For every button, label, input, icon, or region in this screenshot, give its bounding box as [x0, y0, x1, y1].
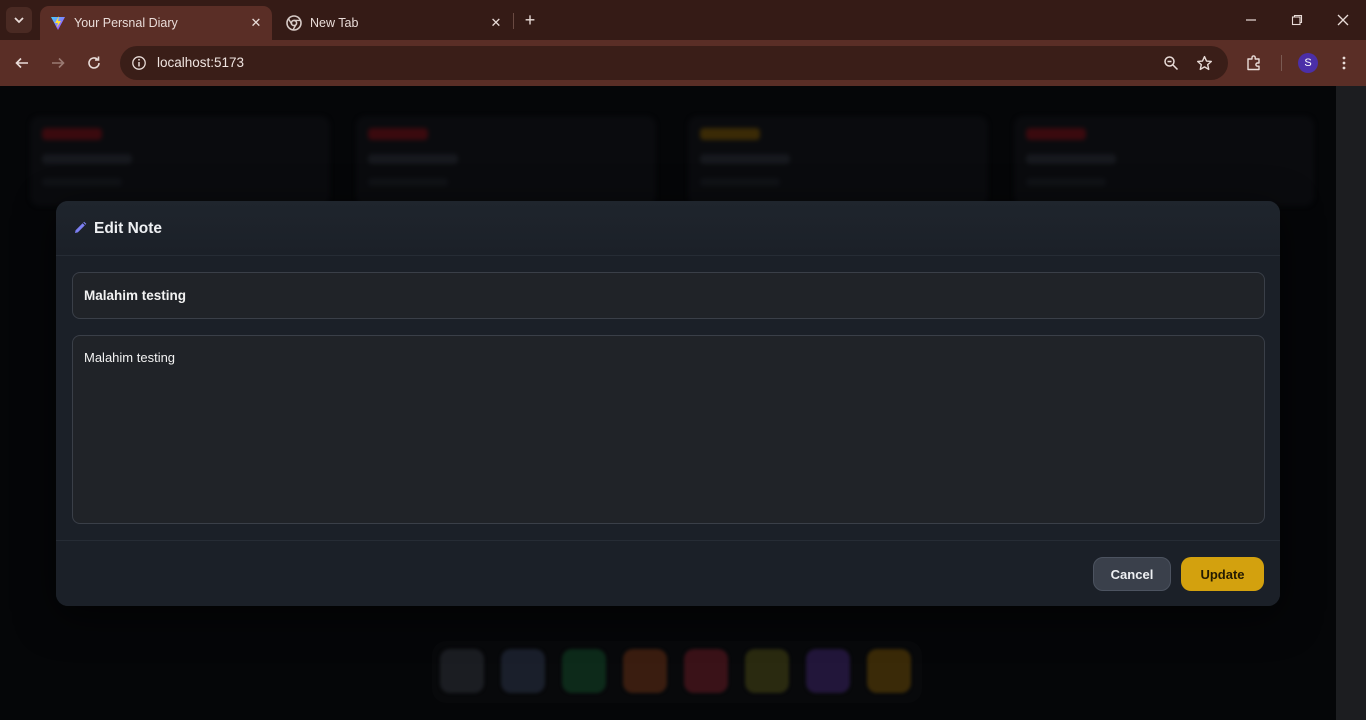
- tab-new-tab[interactable]: New Tab ✕: [276, 6, 512, 40]
- extensions-button[interactable]: [1240, 49, 1268, 77]
- chrome-icon: [286, 15, 302, 31]
- close-icon: [1337, 14, 1349, 26]
- new-tab-button[interactable]: +: [520, 10, 540, 30]
- tab-your-diary[interactable]: Your Persnal Diary ✕: [40, 6, 272, 40]
- profile-avatar[interactable]: S: [1298, 53, 1318, 73]
- restore-icon: [1291, 14, 1303, 26]
- page-scrollbar[interactable]: [1336, 86, 1366, 720]
- reload-icon: [88, 56, 100, 69]
- note-body-textarea[interactable]: Malahim testing: [72, 335, 1265, 524]
- zoom-icon[interactable]: [1161, 53, 1181, 73]
- minimize-icon: [1246, 19, 1256, 21]
- modal-footer: Cancel Update: [56, 540, 1280, 606]
- toolbar-divider: [1281, 55, 1282, 71]
- chevron-down-icon: [14, 17, 24, 24]
- dock-color-swatch: [745, 649, 789, 693]
- tab-strip: Your Persnal Diary ✕ New Tab ✕ +: [0, 0, 1366, 40]
- tab-title: Your Persnal Diary: [74, 16, 178, 30]
- note-title-input[interactable]: [72, 272, 1265, 319]
- browser-toolbar: localhost:5173 S: [0, 40, 1366, 86]
- dock-color-swatch: [623, 649, 667, 693]
- close-tab-icon[interactable]: ✕: [246, 13, 266, 33]
- update-button[interactable]: Update: [1181, 557, 1264, 591]
- dock-color-swatch: [806, 649, 850, 693]
- dock-color-swatch: [684, 649, 728, 693]
- background-note-card: [1014, 116, 1314, 206]
- card-tag: [700, 128, 760, 140]
- browser-menu-button[interactable]: [1330, 49, 1358, 77]
- dock-color-swatch: [501, 649, 545, 693]
- reload-button[interactable]: [80, 49, 108, 77]
- card-tag: [1026, 128, 1086, 140]
- puzzle-icon: [1247, 55, 1260, 71]
- modal-header: Edit Note: [56, 201, 1280, 256]
- plus-icon: +: [524, 9, 536, 30]
- address-bar[interactable]: localhost:5173: [120, 46, 1228, 80]
- back-button[interactable]: [8, 49, 36, 77]
- modal-title: Edit Note: [94, 220, 163, 237]
- arrow-right-icon: [52, 57, 65, 69]
- close-window-button[interactable]: [1320, 0, 1366, 40]
- tab-title: New Tab: [310, 16, 359, 30]
- forward-button[interactable]: [44, 49, 72, 77]
- kebab-menu-icon: [1342, 56, 1346, 70]
- tab-search-button[interactable]: [6, 7, 32, 33]
- bookmark-star-icon[interactable]: [1194, 53, 1214, 73]
- tab-divider: [513, 13, 514, 29]
- cancel-button[interactable]: Cancel: [1093, 557, 1171, 591]
- dock-color-swatch: [562, 649, 606, 693]
- background-note-card: [688, 116, 988, 206]
- pencil-icon: [75, 221, 87, 233]
- color-dock: [432, 641, 922, 703]
- dock-color-swatch: [867, 649, 911, 693]
- vite-logo-icon: [50, 15, 66, 31]
- url-text: localhost:5173: [157, 55, 245, 70]
- background-note-card: [356, 116, 656, 206]
- edit-note-modal: Edit Note Malahim testing Cancel Update: [56, 201, 1280, 606]
- arrow-left-icon: [15, 57, 28, 69]
- card-tag: [368, 128, 428, 140]
- background-note-card: [30, 116, 330, 206]
- card-tag: [42, 128, 102, 140]
- dock-color-swatch: [440, 649, 484, 693]
- site-info-icon[interactable]: [128, 52, 150, 74]
- close-tab-icon[interactable]: ✕: [486, 13, 506, 33]
- restore-button[interactable]: [1274, 0, 1320, 40]
- minimize-button[interactable]: [1228, 0, 1274, 40]
